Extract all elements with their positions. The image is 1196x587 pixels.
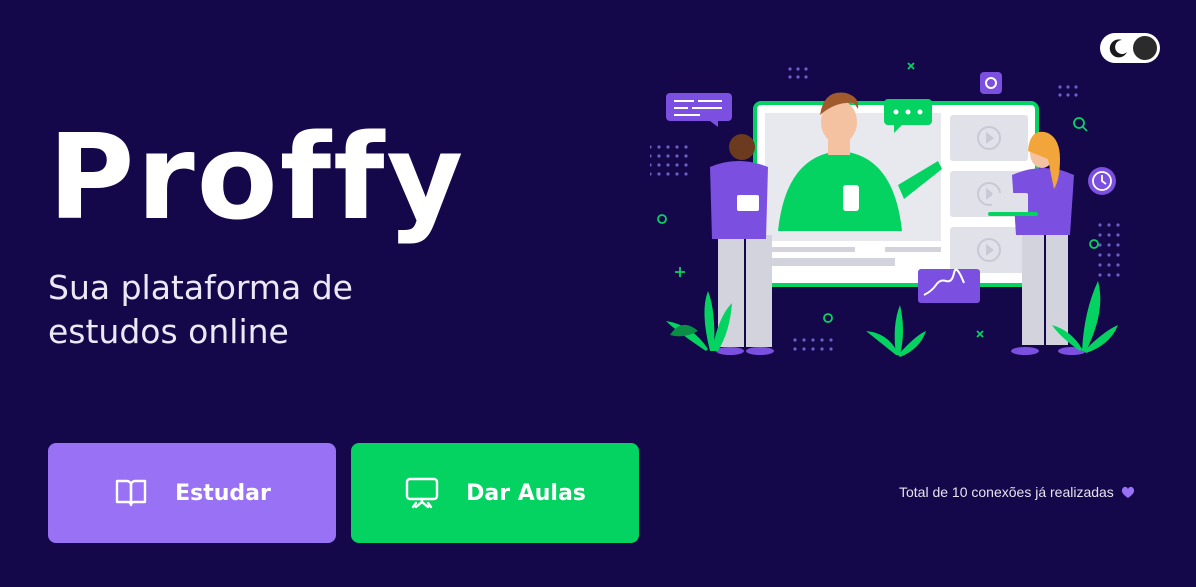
presentation-board-icon xyxy=(405,477,439,509)
study-button-label: Estudar xyxy=(175,480,271,506)
hero-illustration xyxy=(650,62,1120,357)
teach-button[interactable]: Dar Aulas xyxy=(351,443,639,543)
purple-heart-icon xyxy=(1121,486,1134,498)
connections-total: Total de 10 conexões já realizadas xyxy=(899,484,1136,500)
logo: Proffy xyxy=(48,108,466,246)
book-open-icon xyxy=(115,479,147,507)
study-button[interactable]: Estudar xyxy=(48,443,336,543)
tagline: Sua plataforma de estudos online xyxy=(48,268,353,351)
teach-button-label: Dar Aulas xyxy=(466,480,586,506)
connections-text: Total de 10 conexões já realizadas xyxy=(899,484,1114,500)
toggle-knob xyxy=(1133,36,1157,60)
